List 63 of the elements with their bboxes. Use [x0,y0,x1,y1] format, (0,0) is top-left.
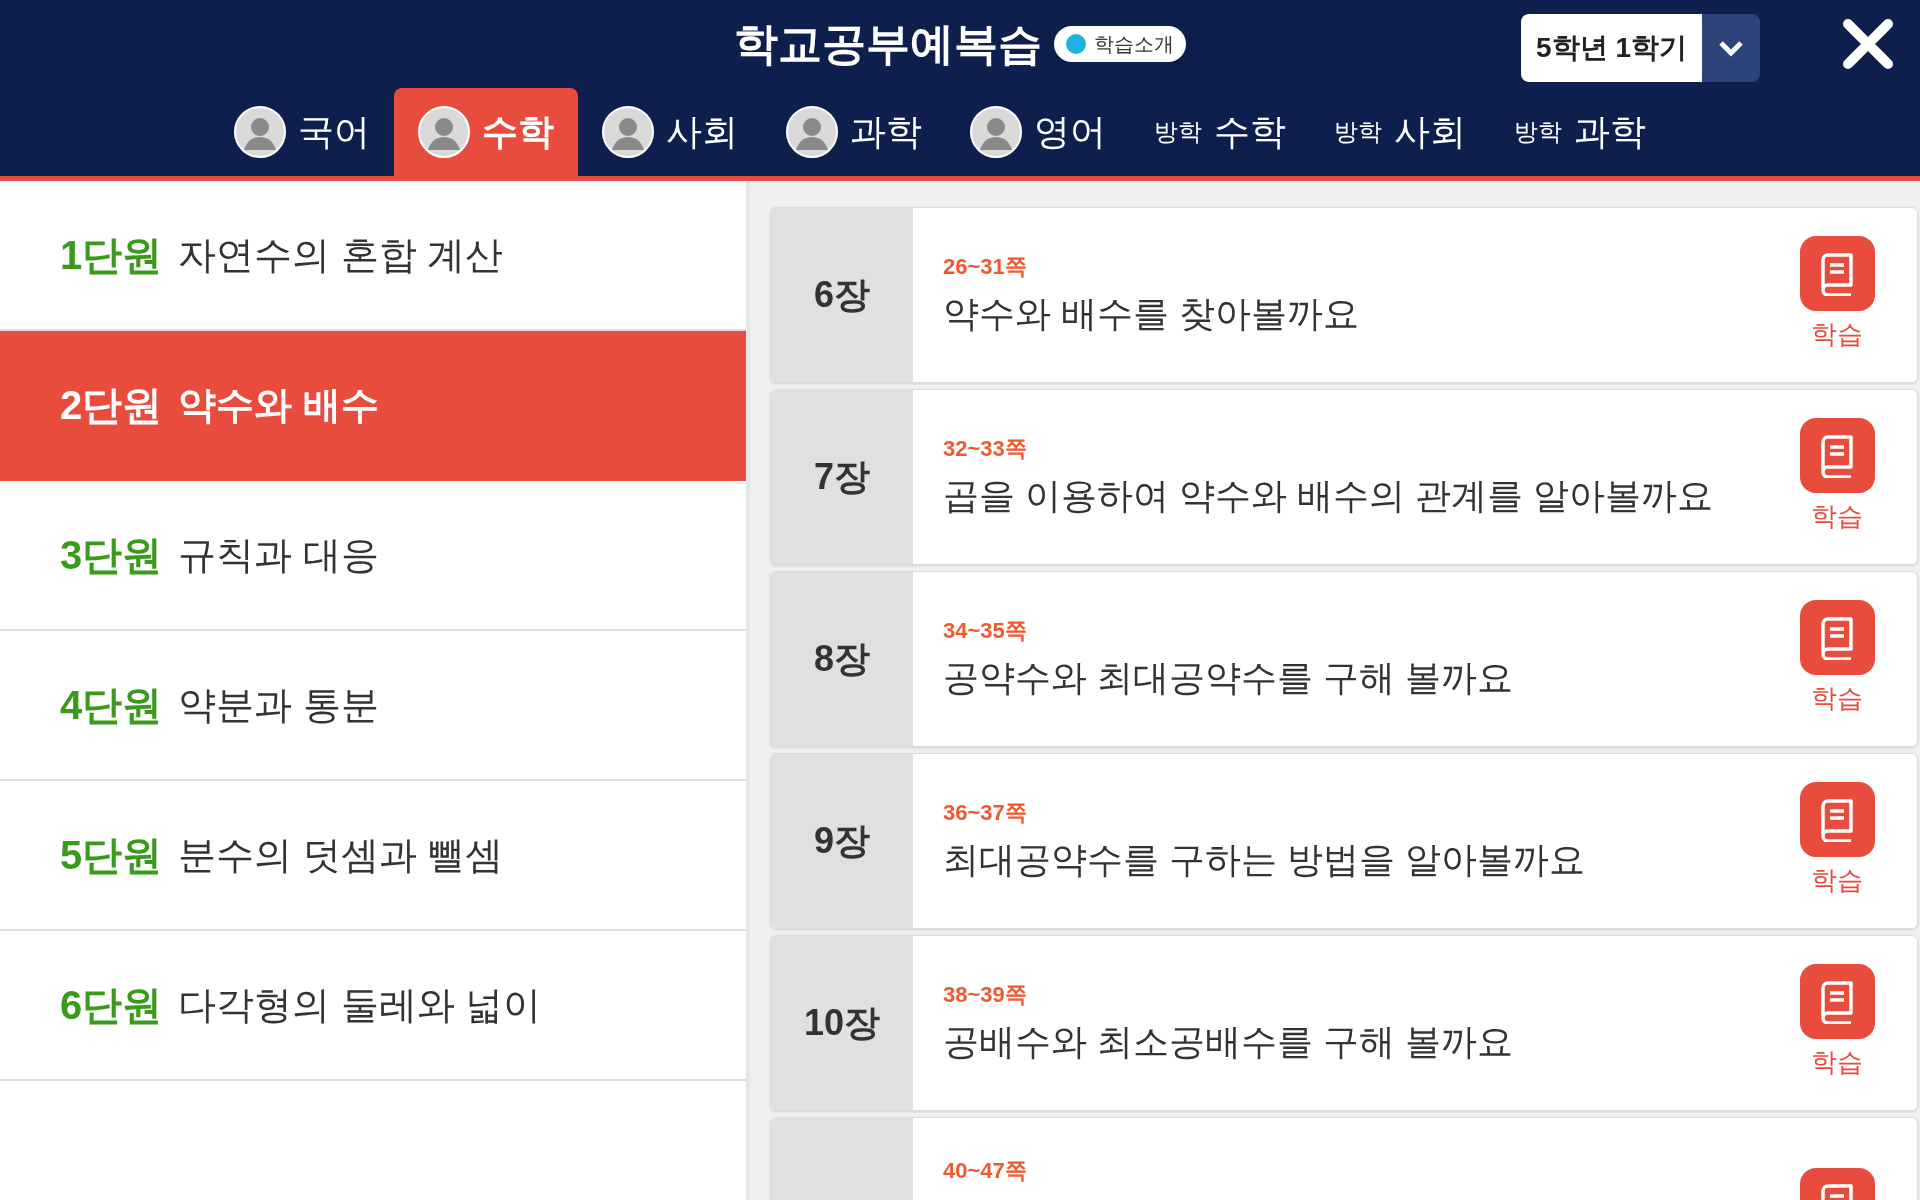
page-range: 32~33쪽 [943,434,1028,463]
unit-number: 6단원 [60,982,163,1029]
subject-tab[interactable]: 수학 [394,88,578,176]
chapter-label: 9장 [814,819,870,863]
page-range: 40~47쪽 [943,1157,1028,1185]
unit-title: 다각형의 둘레와 넓이 [178,982,542,1028]
study-label: 학습 [1811,1046,1863,1079]
semester-value: 5학년 1학기 [1521,14,1702,82]
unit-number: 4단원 [60,682,163,729]
unit-title: 약수와 배수 [178,382,379,428]
study-label: 학습 [1811,864,1863,897]
unit-number: 1단원 [60,232,163,279]
unit-title: 자연수의 혼합 계산 [178,232,504,278]
chevron-icon [1702,14,1760,82]
subject-tab[interactable]: 과학 [762,88,946,176]
unit-number: 5단원 [60,832,163,879]
unit-number: 3단원 [60,532,163,579]
chapter-label: 6장 [814,273,870,317]
lesson-title: 최대공약수를 구하는 방법을 알아볼까요 [943,837,1586,882]
lesson-title: 곱을 이용하여 약수와 배수의 관계를 알아볼까요 [943,473,1714,518]
subject-tab[interactable]: 사회 [578,88,762,176]
page-range: 34~35쪽 [943,616,1028,645]
study-button[interactable] [1799,964,1875,1039]
lesson-title: 약수와 배수를 찾아볼까요 [943,291,1360,336]
unit-title: 약분과 통분 [178,682,379,728]
study-button[interactable] [1799,600,1875,675]
subject-tab[interactable]: 방학 사회 [1310,88,1490,176]
unit-item[interactable]: 4단원 약분과 통분 [0,631,746,781]
subject-tab[interactable]: 영어 [946,88,1130,176]
subject-tab[interactable]: 방학 과학 [1490,88,1670,176]
chapter-label: 10장 [803,1001,880,1045]
unit-number: 2단원 [60,382,163,429]
avatar-icon [418,106,470,158]
unit-title: 분수의 덧셈과 뺄셈 [178,832,504,878]
avatar-icon [234,106,286,158]
study-label: 학습 [1811,500,1863,533]
study-label: 학습 [1811,318,1863,351]
avatar-icon [602,106,654,158]
unit-item[interactable]: 2단원 약수와 배수 [0,331,746,481]
unit-title: 규칙과 대응 [178,532,379,578]
close-icon [1842,18,1894,70]
chapter-label: 7장 [814,455,870,499]
lesson-title: 공약수와 최대공약수를 구해 볼까요 [943,655,1514,700]
chapter-label: 8장 [814,637,870,681]
page-range: 38~39쪽 [943,980,1028,1009]
study-button[interactable] [1799,782,1875,857]
unit-item[interactable]: 5단원 분수의 덧셈과 뺄셈 [0,781,746,931]
close-button[interactable] [1840,16,1896,72]
study-button[interactable] [1799,236,1875,311]
subject-tab[interactable]: 국어 [210,88,394,176]
intro-button[interactable]: 학습소개 [1054,26,1186,62]
page-range: 26~31쪽 [943,252,1028,281]
unit-item[interactable]: 3단원 규칙과 대응 [0,481,746,631]
avatar-icon [786,106,838,158]
lesson-title: 공배수와 최소공배수를 구해 볼까요 [943,1019,1514,1064]
subject-tab[interactable]: 방학 수학 [1130,88,1310,176]
study-button[interactable] [1799,418,1875,493]
unit-item[interactable]: 6단원 다각형의 둘레와 넓이 [0,931,746,1081]
semester-select[interactable]: 5학년 1학기 [1521,14,1760,82]
study-label: 학습 [1811,682,1863,715]
avatar-icon [970,106,1022,158]
app-title: 학교공부예복습 [734,18,1042,70]
page-range: 36~37쪽 [943,798,1028,827]
